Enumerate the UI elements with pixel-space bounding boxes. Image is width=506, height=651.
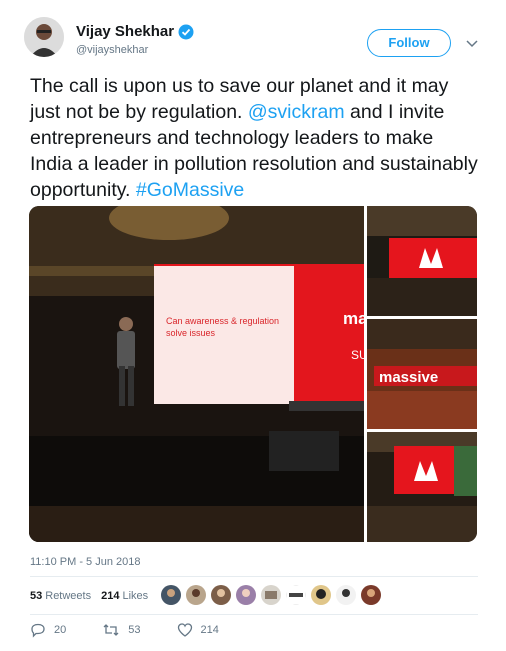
- liker-avatar[interactable]: [261, 585, 281, 605]
- like-count: 214: [200, 624, 219, 636]
- liker-avatar[interactable]: [161, 585, 181, 605]
- heart-icon: [177, 623, 192, 637]
- reply-count: 20: [54, 624, 67, 636]
- tweet-text: The call is upon us to save our planet a…: [30, 73, 480, 203]
- media-photo-main[interactable]: Can awareness & regulation solve issues …: [29, 206, 368, 542]
- slide-main-text-1: Can awareness & regulation: [166, 316, 279, 326]
- engagement-stats: 53 Retweets 214 Likes: [30, 590, 148, 602]
- liker-avatars: [161, 585, 386, 605]
- hashtag-link[interactable]: #GoMassive: [136, 179, 244, 201]
- brand-text: massive: [379, 369, 438, 386]
- chevron-down-icon[interactable]: [464, 35, 480, 51]
- brand-fragment: ma: [343, 309, 368, 328]
- retweets-count: 53: [30, 590, 43, 602]
- mention-link[interactable]: @svickram: [248, 101, 345, 123]
- follow-button[interactable]: Follow: [367, 29, 451, 57]
- tweet-media-grid: Can awareness & regulation solve issues …: [29, 206, 477, 542]
- liker-avatar[interactable]: [236, 585, 256, 605]
- liker-avatar[interactable]: [286, 585, 306, 605]
- author-avatar[interactable]: [24, 17, 64, 57]
- divider: [30, 614, 478, 615]
- likes-count: 214: [101, 590, 120, 602]
- divider: [30, 576, 478, 577]
- liker-avatar[interactable]: [211, 585, 231, 605]
- liker-avatar[interactable]: [361, 585, 381, 605]
- likes-label: Likes: [122, 590, 149, 602]
- slide-main-text-2: solve issues: [166, 328, 216, 338]
- media-photo-bottom-right[interactable]: [367, 432, 477, 542]
- media-photo-top-right[interactable]: [367, 206, 477, 316]
- tweet-header: Vijay Shekhar @vijayshekhar Follow: [24, 17, 482, 63]
- likes-stat[interactable]: 214 Likes: [101, 590, 148, 602]
- liker-avatar[interactable]: [311, 585, 331, 605]
- retweet-button[interactable]: 53: [102, 622, 141, 638]
- author-handle[interactable]: @vijayshekhar: [76, 44, 148, 56]
- retweet-count: 53: [128, 624, 141, 636]
- tweet-timestamp[interactable]: 11:10 PM - 5 Jun 2018: [30, 556, 140, 568]
- like-button[interactable]: 214: [177, 622, 219, 638]
- liker-avatar[interactable]: [186, 585, 206, 605]
- retweet-icon: [103, 624, 119, 636]
- reply-button[interactable]: 20: [30, 622, 66, 638]
- name-row: Vijay Shekhar: [76, 23, 194, 40]
- retweets-stat[interactable]: 53 Retweets: [30, 590, 91, 602]
- author-display-name[interactable]: Vijay Shekhar: [76, 23, 174, 40]
- media-photo-middle-right[interactable]: massive: [367, 319, 477, 429]
- verified-badge-icon: [178, 24, 194, 40]
- slide-fragment: SU: [351, 348, 368, 362]
- tweet-actions: 20 53 214: [30, 622, 255, 638]
- retweets-label: Retweets: [45, 590, 92, 602]
- reply-icon: [31, 623, 45, 638]
- liker-avatar[interactable]: [336, 585, 356, 605]
